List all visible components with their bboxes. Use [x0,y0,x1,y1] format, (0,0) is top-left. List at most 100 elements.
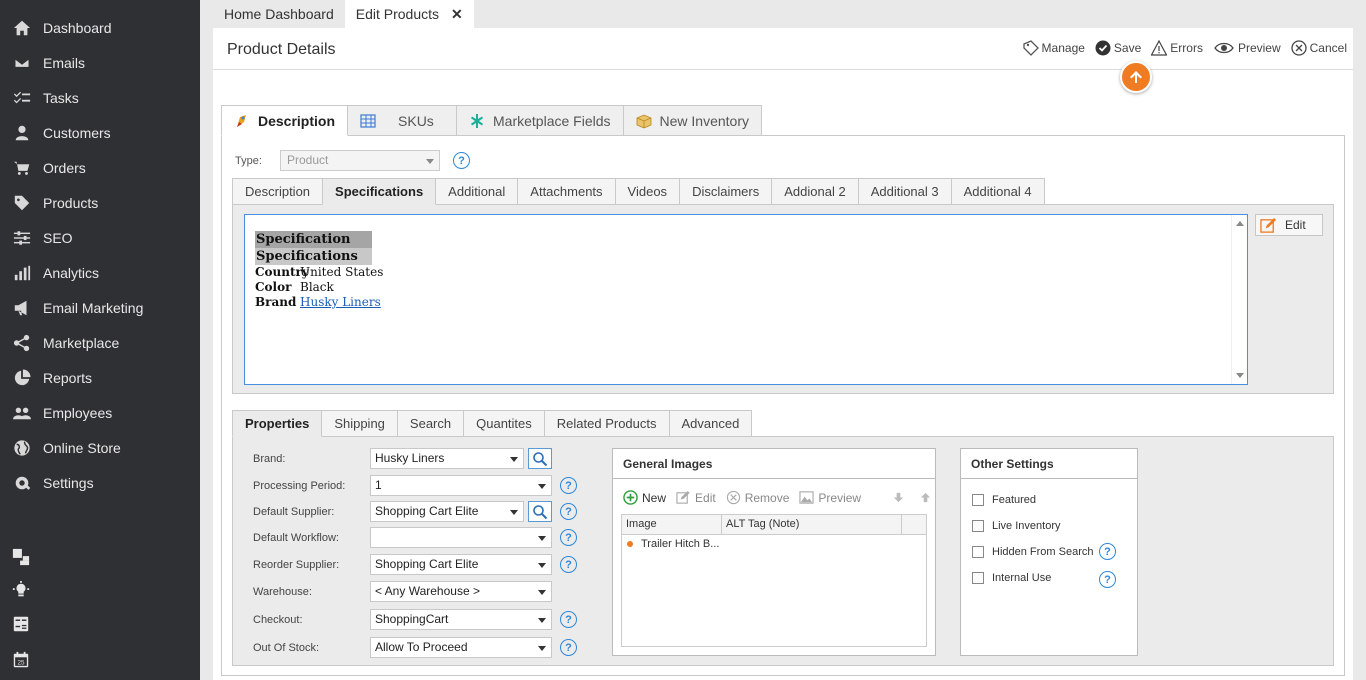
tab-advanced[interactable]: Advanced [668,410,753,437]
editor-scrollbar[interactable] [1231,215,1247,384]
subtab-disclaimers[interactable]: Disclaimers [679,178,773,205]
brand-search-button[interactable] [528,448,552,469]
sidebar-item-analytics[interactable]: Analytics [0,255,200,290]
subtab-attachments[interactable]: Attachments [517,178,616,205]
subtab-specifications[interactable]: Specifications [322,178,437,205]
subtab-additional-3[interactable]: Additional 3 [857,178,952,205]
remove-image-button[interactable]: Remove [726,490,789,505]
sidebar-item-online-store[interactable]: Online Store [0,430,200,465]
errors-button[interactable]: Errors [1151,40,1203,56]
save-button[interactable]: Save [1095,40,1141,56]
internal-use-label: Internal Use [992,572,1052,584]
sidebar-item-settings[interactable]: Settings [0,465,200,500]
brand-link[interactable]: Husky Liners [300,295,381,310]
internal-use-checkbox[interactable] [972,572,984,584]
processing-select[interactable]: 1 [370,475,552,496]
move-down-button[interactable] [893,492,908,503]
sidebar: Dashboard Emails Tasks Customers Orders … [0,0,200,680]
tab-search[interactable]: Search [396,410,465,437]
workflow-select[interactable] [370,527,552,548]
scroll-top-button[interactable] [1120,61,1152,93]
featured-checkbox[interactable] [972,494,984,506]
help-icon[interactable]: ? [453,152,470,169]
column-alt-tag[interactable]: ALT Tag (Note) [722,515,902,534]
column-image[interactable]: Image [622,515,722,534]
hidden-search-checkbox[interactable] [972,546,984,558]
tab-edit-products[interactable]: Edit Products ✕ [344,0,474,28]
sidebar-item-label: Reports [43,369,93,386]
manage-button[interactable]: Manage [1022,40,1085,56]
edit-button[interactable]: Edit [1255,214,1323,236]
bar-chart-icon [11,264,33,282]
sidebar-item-employees[interactable]: Employees [0,395,200,430]
help-icon[interactable]: ? [560,639,577,656]
edit-icon [1260,217,1277,233]
warehouse-select[interactable]: < Any Warehouse > [370,581,552,602]
sidebar-item-products[interactable]: Products [0,185,200,220]
help-icon[interactable]: ? [560,529,577,546]
preview-button[interactable]: Preview [1213,40,1281,56]
tab-new-inventory[interactable]: New Inventory [622,105,762,136]
sidebar-item-tasks[interactable]: Tasks [0,80,200,115]
image-icon [799,491,815,504]
gear-icon [11,474,33,492]
checkout-select[interactable]: ShoppingCart [370,609,552,630]
table-row[interactable]: Trailer Hitch B... [622,535,926,553]
live-inventory-checkbox[interactable] [972,520,984,532]
tab-shipping[interactable]: Shipping [321,410,398,437]
supplier-select[interactable]: Shopping Cart Elite [370,501,524,522]
supplier-search-button[interactable] [528,501,552,522]
tab-properties[interactable]: Properties [232,410,323,437]
close-icon[interactable]: ✕ [451,6,463,23]
new-image-button[interactable]: New [623,490,666,505]
tab-label: Home Dashboard [224,6,334,22]
help-icon[interactable]: ? [560,503,577,520]
sidebar-item-marketplace[interactable]: Marketplace [0,325,200,360]
calculator-icon[interactable] [11,614,31,634]
reorder-select[interactable]: Shopping Cart Elite [370,554,552,575]
cancel-button[interactable]: Cancel [1290,40,1347,56]
sidebar-item-email-marketing[interactable]: Email Marketing [0,290,200,325]
share-icon [11,334,33,352]
help-icon[interactable]: ? [560,477,577,494]
tab-home-dashboard[interactable]: Home Dashboard [213,0,345,28]
sidebar-item-emails[interactable]: Emails [0,45,200,80]
subtab-additional[interactable]: Additional [435,178,519,205]
sidebar-item-dashboard[interactable]: Dashboard [0,10,200,45]
checkout-row: Checkout: ShoppingCart ? [253,609,577,630]
move-up-button[interactable] [920,492,935,503]
tab-marketplace-fields[interactable]: Marketplace Fields [456,105,624,136]
tab-description[interactable]: Description [221,105,349,136]
spec-value: United States [300,265,384,279]
brand-select[interactable]: Husky Liners [370,448,524,469]
help-icon[interactable]: ? [560,611,577,628]
help-icon[interactable]: ? [1099,543,1116,560]
images-toolbar: New Edit Remove Preview [623,490,945,505]
sidebar-item-label: Tasks [43,89,79,106]
tab-related-products[interactable]: Related Products [543,410,670,437]
sidebar-item-seo[interactable]: SEO [0,220,200,255]
scroll-up-icon[interactable] [1236,221,1244,226]
help-icon[interactable]: ? [1099,571,1116,588]
cart-icon [11,159,33,177]
calendar-icon[interactable]: 25 [11,650,31,670]
preview-image-button[interactable]: Preview [799,490,861,505]
sidebar-item-reports[interactable]: Reports [0,360,200,395]
subtab-additional-2[interactable]: Addional 2 [771,178,859,205]
subtab-description[interactable]: Description [232,178,324,205]
other-settings-title: Other Settings [961,449,1137,479]
sidebar-item-customers[interactable]: Customers [0,115,200,150]
layout-icon[interactable] [11,547,31,567]
tab-skus[interactable]: SKUs [347,105,458,136]
outofstock-select[interactable]: Allow To Proceed [370,637,552,658]
scroll-down-icon[interactable] [1236,373,1244,378]
lightbulb-icon[interactable] [11,580,31,600]
help-icon[interactable]: ? [560,556,577,573]
tab-quantities[interactable]: Quantites [463,410,545,437]
supplier-row: Default Supplier: Shopping Cart Elite ? [253,501,577,522]
subtab-additional-4[interactable]: Additional 4 [950,178,1045,205]
subtab-videos[interactable]: Videos [614,178,681,205]
edit-image-button[interactable]: Edit [676,490,716,505]
spec-editor[interactable]: Specification Specifications Country Uni… [244,214,1248,385]
sidebar-item-orders[interactable]: Orders [0,150,200,185]
